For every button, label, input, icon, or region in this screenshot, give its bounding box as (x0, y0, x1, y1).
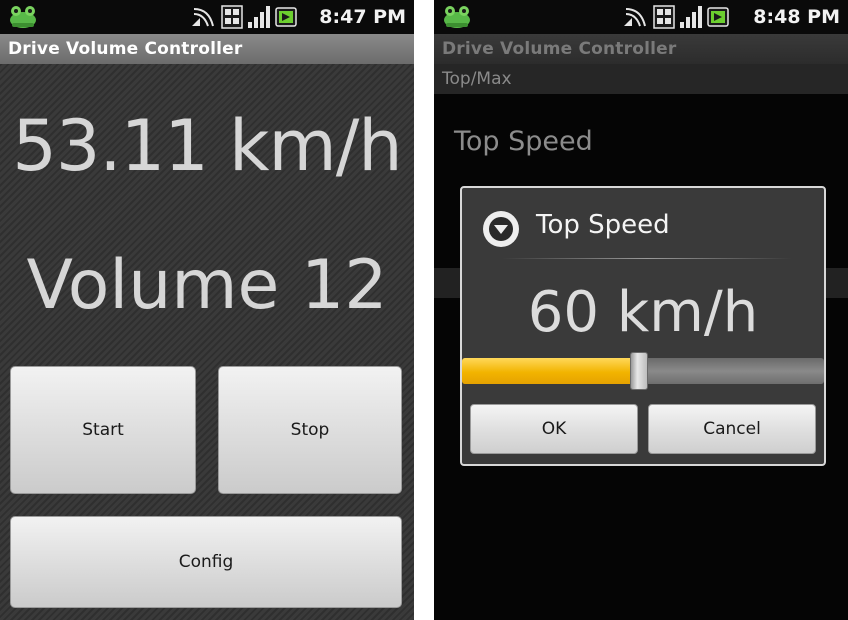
section-header-label: Top/Max (442, 69, 512, 89)
pref-item-top-speed[interactable]: Top Speed (454, 124, 593, 160)
wifi-icon (624, 8, 646, 27)
signal-icon (680, 6, 702, 28)
wifi-icon (192, 8, 214, 27)
cancel-button[interactable]: Cancel (648, 404, 816, 454)
phone-screen-settings: 8:48 PM Drive Volume Controller Top/Max … (434, 0, 848, 620)
section-header: Top/Max (434, 64, 848, 94)
volume-readout: Volume 12 (26, 246, 388, 325)
top-speed-dialog: Top Speed 60 km/h OK Cancel (460, 186, 826, 466)
dialog-title: Top Speed (536, 210, 670, 240)
status-bar: 8:47 PM (0, 0, 414, 34)
title-bar: Drive Volume Controller (434, 34, 848, 64)
start-button[interactable]: Start (10, 366, 196, 494)
ok-button[interactable]: OK (470, 404, 638, 454)
speed-slider[interactable] (462, 352, 824, 390)
title-bar: Drive Volume Controller (0, 34, 414, 64)
phone-screen-main: 8:47 PM Drive Volume Controller 53.11 km… (0, 0, 414, 620)
config-button[interactable]: Config (10, 516, 402, 608)
stop-button[interactable]: Stop (218, 366, 402, 494)
status-icons (624, 5, 729, 29)
battery-icon (275, 7, 297, 27)
app-title: Drive Volume Controller (442, 39, 677, 59)
frog-icon (10, 6, 36, 28)
dialog-divider (502, 258, 792, 259)
3g-icon (653, 5, 675, 29)
status-time: 8:48 PM (753, 6, 840, 28)
status-time: 8:47 PM (319, 6, 406, 28)
battery-icon (707, 7, 729, 27)
slider-thumb[interactable] (630, 352, 648, 390)
status-icons (192, 5, 297, 29)
speed-readout: 53.11 km/h (12, 105, 402, 187)
status-bar: 8:48 PM (434, 0, 848, 34)
frog-icon (444, 6, 470, 28)
dialog-value: 60 km/h (527, 280, 759, 345)
3g-icon (221, 5, 243, 29)
main-content: 53.11 km/h Volume 12 Start Stop Config (0, 64, 414, 620)
signal-icon (248, 6, 270, 28)
app-title: Drive Volume Controller (8, 39, 243, 59)
slider-fill (462, 358, 639, 384)
